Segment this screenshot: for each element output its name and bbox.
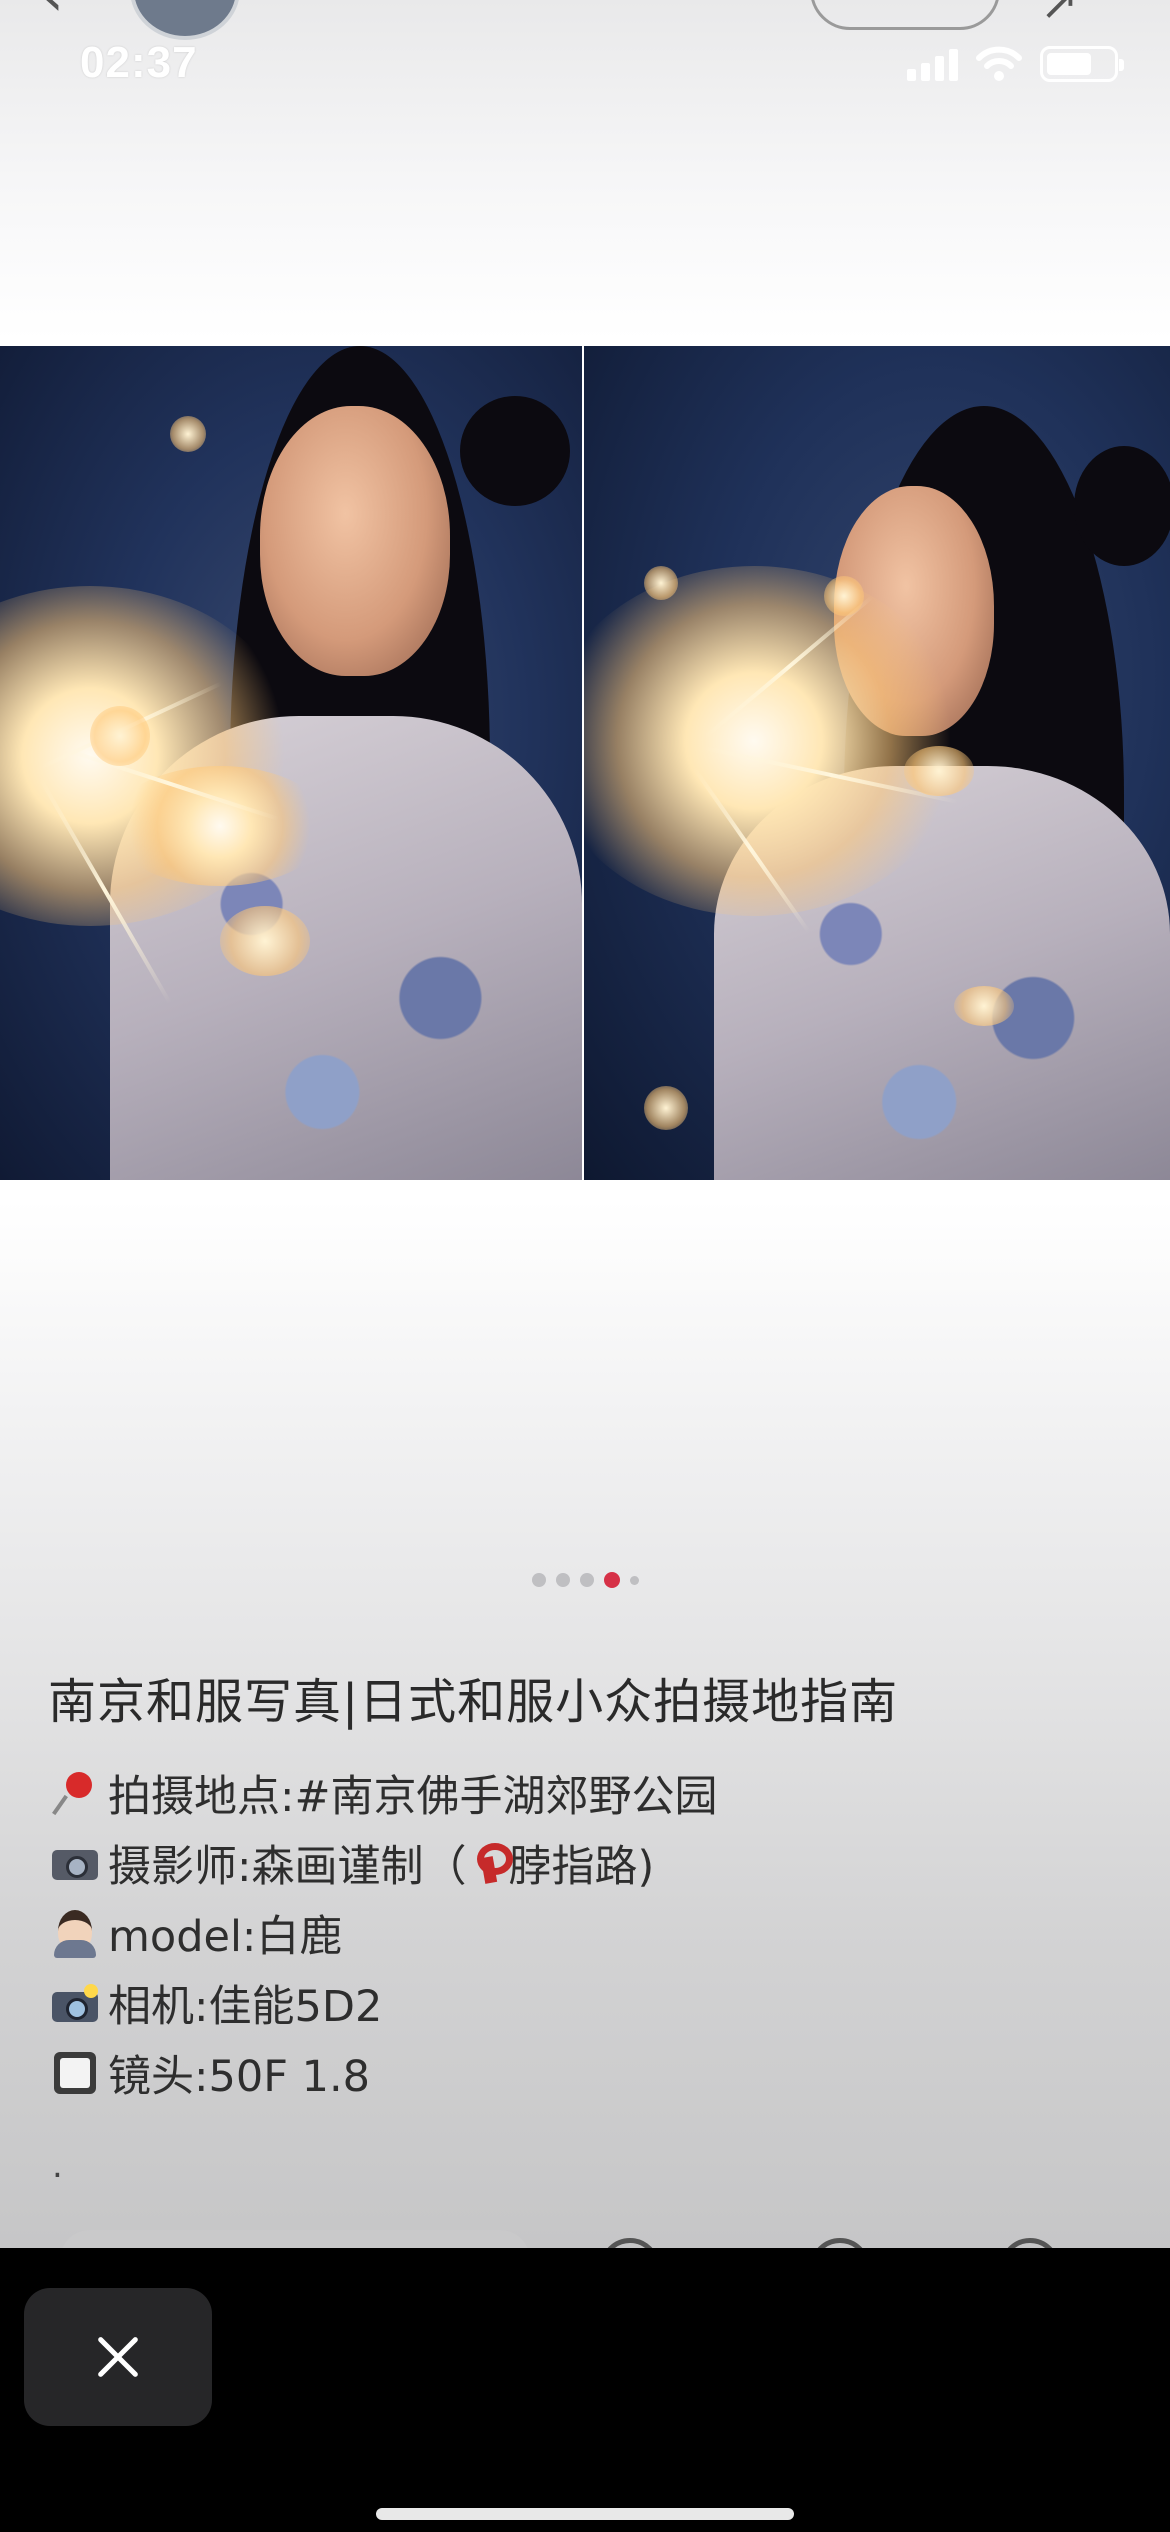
note-line-text: 相机:佳能5D2: [108, 1982, 383, 2032]
note-line-model: model:白鹿: [48, 1898, 718, 1968]
note-line-text: 镜头:50F 1.8: [108, 2052, 370, 2102]
person-icon: [48, 1906, 102, 1960]
signal-icon: [907, 47, 958, 81]
close-button[interactable]: [24, 2288, 212, 2426]
carousel-dot: [531, 1573, 546, 1587]
avatar: [130, 0, 240, 40]
carousel-dot: [579, 1573, 594, 1587]
note-line-text: 拍摄地点:#南京佛手湖郊野公园: [108, 1772, 718, 1822]
share-icon: ↗: [1040, 0, 1079, 30]
note-line-lens: 镜头:50F 1.8: [48, 2038, 718, 2108]
pushpin-icon: [48, 1766, 102, 1820]
back-icon: ‹: [40, 0, 64, 30]
bottom-bar-ghost: [0, 2188, 1170, 2248]
note-line-text: 摄影师:森画谨制（: [108, 1842, 467, 1892]
comment-icon: [1000, 2238, 1060, 2248]
note-line-location: 拍摄地点:#南京佛手湖郊野公园: [48, 1758, 718, 1828]
collect-icon: [810, 2238, 870, 2248]
note-line-text: model:白鹿: [108, 1912, 343, 1962]
like-icon: [600, 2238, 660, 2248]
close-icon: [96, 2335, 140, 2379]
carousel-dot-active: [603, 1572, 620, 1588]
follow-button-ghost: [810, 0, 1000, 30]
status-time: 02:37: [80, 38, 198, 87]
carousel-dot: [555, 1573, 570, 1587]
scarf-icon: [473, 1841, 513, 1885]
carousel-dot: [629, 1575, 639, 1585]
comment-input-ghost: [60, 2230, 530, 2248]
note-screenshot: ‹ ↗ 02:37: [0, 0, 1170, 2248]
home-indicator[interactable]: [376, 2508, 794, 2520]
battery-icon: [1040, 46, 1124, 82]
photo-carousel[interactable]: [0, 346, 1170, 1180]
note-body: 拍摄地点:#南京佛手湖郊野公园 摄影师:森画谨制（ 脖指路) model:白鹿 …: [48, 1758, 718, 2108]
carousel-indicator: [0, 1572, 1170, 1588]
photo-left: [0, 346, 582, 1180]
square-icon: [48, 2046, 102, 2100]
note-line-camera: 相机:佳能5D2: [48, 1968, 718, 2038]
status-icons: [907, 46, 1124, 82]
photo-right: [584, 346, 1170, 1180]
note-trailing: .: [52, 2146, 63, 2186]
wifi-icon: [976, 46, 1022, 81]
camera-with-flash-icon: [48, 1976, 102, 2030]
camera-icon: [48, 1836, 102, 1890]
note-line-text-suffix: 脖指路): [508, 1842, 655, 1892]
note-title: 南京和服写真|日式和服小众拍摄地指南: [48, 1674, 899, 1730]
note-line-photographer: 摄影师:森画谨制（ 脖指路): [48, 1828, 718, 1898]
